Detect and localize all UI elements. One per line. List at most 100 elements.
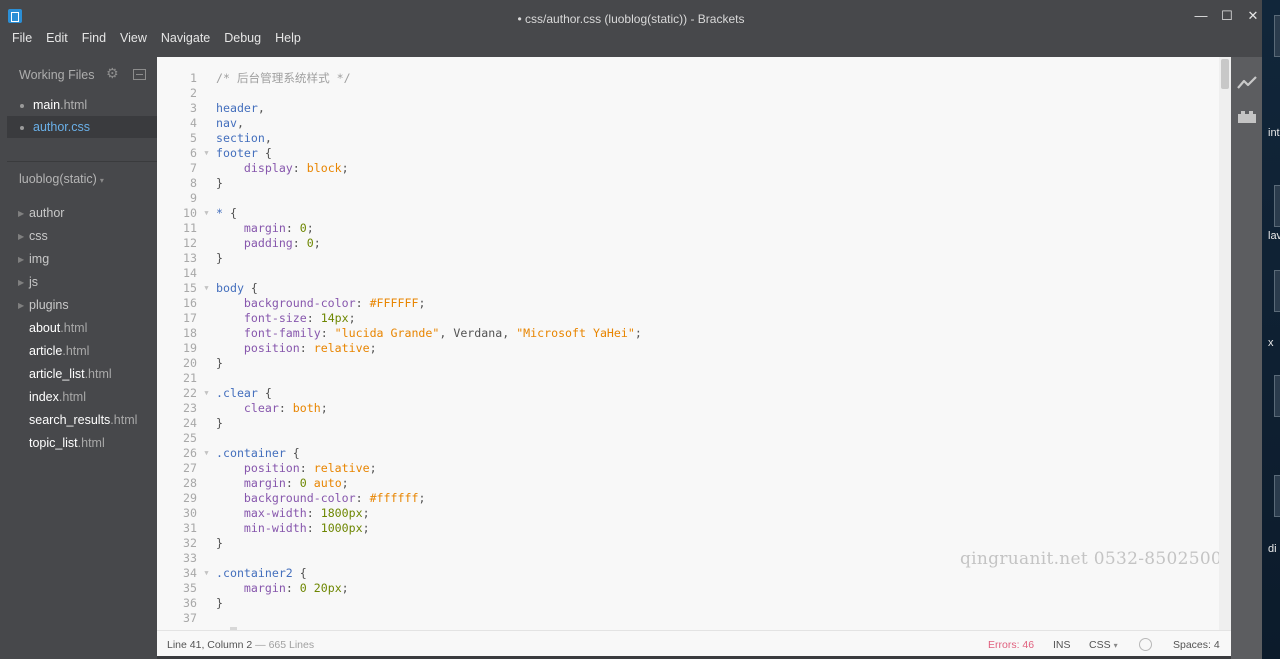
errors-indicator[interactable]: Errors: 46 [988,639,1034,651]
tree-file-article-list[interactable]: article_list.html [7,363,157,386]
code-token-punc: ; [362,506,370,520]
code-line[interactable]: 8} [157,176,1217,191]
tree-folder-author[interactable]: ▶ author [7,202,157,225]
code-line[interactable]: 30 max-width: 1800px; [157,506,1217,521]
code-line[interactable]: 28 margin: 0 auto; [157,476,1217,491]
code-line[interactable]: 1 /* 后台管理系统样式 */ [157,71,1217,86]
code-line[interactable]: 11 margin: 0; [157,221,1217,236]
code-line[interactable]: 12 padding: 0; [157,236,1217,251]
menu-view[interactable]: View [113,31,154,47]
code-line[interactable]: 14 [157,266,1217,281]
code-line[interactable]: 3 header, [157,101,1217,116]
code-line[interactable]: 25 [157,431,1217,446]
tree-folder-js[interactable]: ▶ js [7,271,157,294]
window-title: • css/author.css (luoblog(static)) - Bra… [517,12,745,26]
code-token-prop: margin [243,221,286,235]
extension-manager-icon[interactable] [1238,108,1256,123]
code-token-prop: font-size [243,311,307,325]
code-line[interactable]: 19 position: relative; [157,341,1217,356]
scrollbar-thumb[interactable] [1221,59,1229,89]
menu-file[interactable]: File [5,31,39,47]
fold-arrow-icon[interactable]: ▼ [197,206,216,221]
file-extension: .html [60,321,88,335]
minimize-button[interactable]: — [1192,8,1210,23]
tree-file-search-results[interactable]: search_results.html [7,409,157,432]
code-line[interactable]: 23 clear: both; [157,401,1217,416]
fold-arrow-icon[interactable]: ▼ [197,566,216,581]
code-line[interactable]: 17 font-size: 14px; [157,311,1217,326]
menu-help[interactable]: Help [268,31,308,47]
project-dropdown[interactable]: luoblog(static) ▾ [19,172,104,186]
code-line[interactable]: 18 font-family: "lucida Grande", Verdana… [157,326,1217,341]
desktop-icon[interactable] [1274,375,1280,417]
tree-file-about[interactable]: about.html [7,317,157,340]
fold-arrow-icon[interactable]: ▼ [197,146,216,161]
code-token-punc [307,476,314,490]
linter-status-icon[interactable] [1139,638,1152,651]
file-base-name: about [29,321,61,335]
menu-find[interactable]: Find [75,31,113,47]
tree-folder-css[interactable]: ▶ css [7,225,157,248]
desktop-icon[interactable] [1274,270,1280,312]
fold-arrow-icon[interactable]: ▼ [197,446,216,461]
vertical-scrollbar[interactable] [1219,57,1231,630]
code-line[interactable]: 6 ▼ footer { [157,146,1217,161]
code-token-prop: margin [243,476,286,490]
working-file-main-html[interactable]: main.html [7,94,157,116]
desktop-icon[interactable] [1274,15,1280,57]
code-token-num: 20px [313,581,342,595]
menu-navigate[interactable]: Navigate [154,31,217,47]
close-button[interactable]: ✕ [1244,8,1262,24]
code-line[interactable]: 15 ▼ body { [157,281,1217,296]
tree-folder-img[interactable]: ▶ img [7,248,157,271]
code-line[interactable]: 26 ▼ .container { [157,446,1217,461]
indent-setting[interactable]: Spaces: 4 [1173,639,1220,651]
code-line[interactable]: 27 position: relative; [157,461,1217,476]
code-line[interactable]: 2 [157,86,1217,101]
desktop-icon[interactable] [1274,475,1280,517]
tree-file-topic-list[interactable]: topic_list.html [7,432,157,455]
desktop-icon-label[interactable]: x [1268,337,1274,349]
desktop-icon-label[interactable]: di [1268,543,1277,555]
file-extension: .html [60,98,88,112]
tree-folder-plugins[interactable]: ▶ plugins [7,294,157,317]
code-line[interactable]: 21 [157,371,1217,386]
code-token-punc: , [236,116,244,130]
code-line[interactable]: 24} [157,416,1217,431]
fold-arrow-icon[interactable]: ▼ [197,281,216,296]
code-editor[interactable]: 1/* 后台管理系统样式 */2 3 header, 4 nav, 5 section, 6 ▼… [157,57,1231,630]
code-line[interactable]: 31 min-width: 1000px; [157,521,1217,536]
code-line[interactable]: 13} [157,251,1217,266]
live-preview-icon[interactable] [1237,75,1257,89]
code-line[interactable]: 37 [157,611,1217,626]
code-line[interactable]: 9 [157,191,1217,206]
desktop-icon-label[interactable]: int [1268,127,1280,139]
menu-debug[interactable]: Debug [217,31,268,47]
code-line[interactable]: 35 margin: 0 20px; [157,581,1217,596]
code-line[interactable]: 16 background-color: #FFFFFF; [157,296,1217,311]
menu-edit[interactable]: Edit [39,31,75,47]
fold-arrow-icon[interactable]: ▼ [197,386,216,401]
maximize-button[interactable]: ☐ [1218,8,1236,24]
code-line[interactable]: 10 ▼ * { [157,206,1217,221]
tree-file-article[interactable]: article.html [7,340,157,363]
tree-file-index[interactable]: index.html [7,386,157,409]
split-view-icon[interactable] [133,69,146,80]
insert-mode-toggle[interactable]: INS [1053,639,1071,651]
code-line[interactable]: 5 section, [157,131,1217,146]
code-line[interactable]: 36} [157,596,1217,611]
desktop-icon[interactable] [1274,185,1280,227]
code-line[interactable]: 7 display: block; [157,161,1217,176]
code-line[interactable]: 20} [157,356,1217,371]
code-lines[interactable]: 1/* 后台管理系统样式 */2 3 header, 4 nav, 5 section, 6 ▼… [157,71,1217,626]
gear-icon[interactable]: ⚙ [106,66,119,82]
code-line[interactable]: 22 ▼ .clear { [157,386,1217,401]
code-line[interactable]: 4 nav, [157,116,1217,131]
language-selector[interactable]: CSS ▾ [1089,639,1118,651]
working-file-author-css[interactable]: author.css [7,116,157,138]
desktop-icon-label[interactable]: lav [1268,230,1280,242]
code-line[interactable]: 29 background-color: #ffffff; [157,491,1217,506]
folder-collapsed-icon: ▶ [18,255,25,264]
